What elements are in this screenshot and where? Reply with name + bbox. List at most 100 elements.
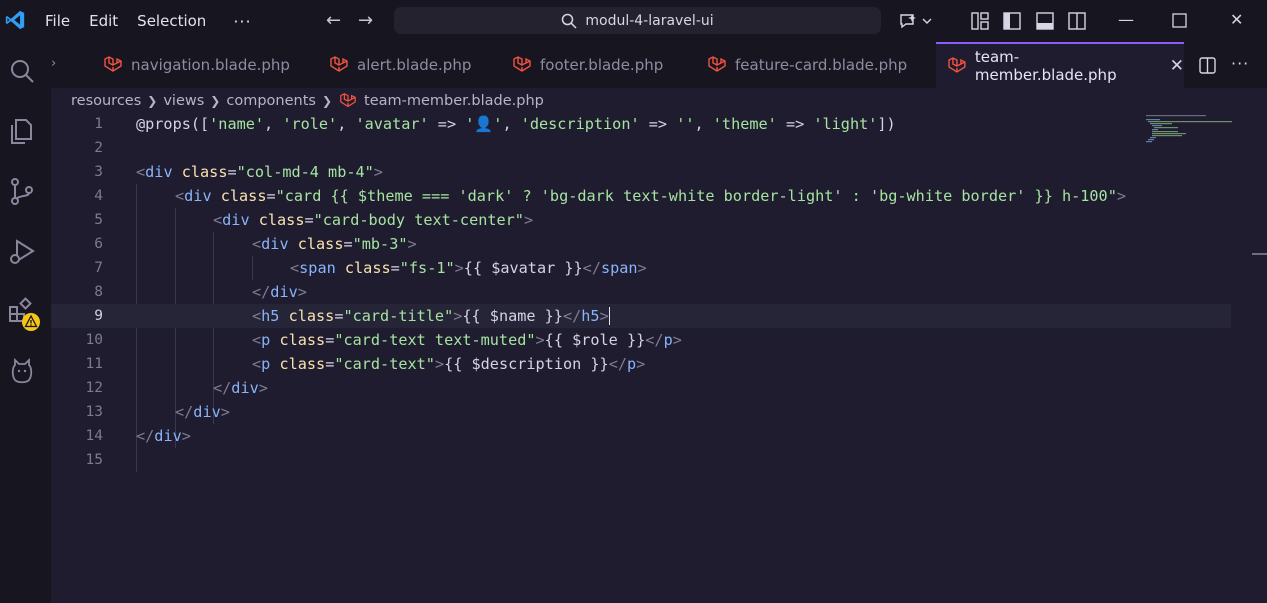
back-arrow-icon[interactable]: ←: [326, 10, 341, 31]
minimap[interactable]: [1144, 112, 1234, 152]
tab-label: footer.blade.php: [540, 56, 664, 74]
tab-navigation[interactable]: navigation.blade.php: [103, 42, 290, 88]
code-content: @props(['name', 'role', 'avatar' => '👤',…: [136, 115, 896, 133]
line-number: 2: [94, 140, 103, 156]
code-line[interactable]: 4 <div class="card {{ $theme === 'dark' …: [51, 184, 1231, 208]
search-icon[interactable]: [7, 56, 37, 86]
line-number: 14: [85, 428, 103, 444]
line-number: 5: [94, 212, 103, 228]
code-content: <p class="card-text">{{ $description }}<…: [252, 355, 646, 373]
more-actions-icon[interactable]: ···: [1231, 54, 1249, 73]
command-center-search[interactable]: modul-4-laravel-ui: [394, 7, 881, 34]
tab-alert[interactable]: alert.blade.php: [329, 42, 471, 88]
line-number: 4: [94, 188, 103, 204]
code-line[interactable]: 3 <div class="col-md-4 mb-4">: [51, 160, 1231, 184]
code-content: </div>: [175, 403, 230, 421]
line-number: 12: [85, 380, 103, 396]
toggle-primary-sidebar-icon[interactable]: [1003, 12, 1021, 30]
maximize-icon[interactable]: [1172, 13, 1187, 28]
line-number: 9: [94, 308, 103, 324]
line-number: 15: [85, 452, 103, 468]
code-line[interactable]: 15: [51, 448, 1231, 472]
code-line[interactable]: 1 @props(['name', 'role', 'avatar' => '👤…: [51, 112, 1231, 136]
code-line[interactable]: 7 <span class="fs-1">{{ $avatar }}</span…: [51, 256, 1231, 280]
tab-close-icon[interactable]: ✕: [1170, 56, 1184, 76]
menu-file[interactable]: File: [45, 12, 80, 30]
code-line[interactable]: 10 <p class="card-text text-muted">{{ $r…: [51, 328, 1231, 352]
code-content: </div>: [252, 283, 307, 301]
explorer-icon[interactable]: [7, 116, 37, 146]
toggle-secondary-sidebar-icon[interactable]: [1068, 12, 1086, 30]
code-line[interactable]: 5 <div class="card-body text-center">: [51, 208, 1231, 232]
laravel-icon: [708, 56, 726, 72]
cat-icon[interactable]: [7, 356, 37, 386]
activity-bar: [0, 42, 51, 603]
line-number: 6: [94, 236, 103, 252]
laravel-icon: [513, 56, 531, 72]
tab-label: navigation.blade.php: [131, 56, 290, 74]
vscode-logo-icon: [5, 10, 25, 30]
minimize-icon[interactable]: —: [1118, 10, 1134, 29]
laravel-icon: [948, 57, 966, 73]
menu-selection[interactable]: Selection: [137, 12, 216, 30]
tab-team-member[interactable]: team-member.blade.php ✕: [936, 42, 1184, 88]
search-icon: [562, 13, 577, 29]
line-number: 7: [94, 260, 103, 276]
tab-footer[interactable]: footer.blade.php: [512, 42, 663, 88]
code-line[interactable]: 14 </div>: [51, 424, 1231, 448]
breadcrumb-views[interactable]: views: [163, 93, 204, 109]
source-control-icon[interactable]: [7, 176, 37, 206]
customize-layout-icon[interactable]: [971, 12, 989, 30]
text-cursor: [608, 307, 611, 326]
forward-arrow-icon[interactable]: →: [358, 10, 373, 31]
tab-feature-card[interactable]: feature-card.blade.php: [707, 42, 907, 88]
title-bar: File Edit Selection ··· ← → modul-4-lara…: [0, 0, 1267, 42]
code-editor[interactable]: 1 @props(['name', 'role', 'avatar' => '👤…: [51, 112, 1267, 603]
code-content: <div class="card-body text-center">: [213, 211, 534, 229]
line-number: 8: [94, 284, 103, 300]
menu-more-icon[interactable]: ···: [233, 12, 251, 31]
menu-bar: File Edit Selection ···: [45, 0, 252, 42]
breadcrumb-components[interactable]: components: [226, 93, 316, 109]
line-number: 1: [94, 116, 103, 132]
code-line[interactable]: 2: [51, 136, 1231, 160]
close-window-icon[interactable]: ✕: [1230, 10, 1243, 29]
copilot-chat-icon[interactable]: [898, 12, 934, 30]
code-line[interactable]: 6 <div class="mb-3">: [51, 232, 1231, 256]
code-content: </div>: [136, 427, 191, 445]
laravel-icon: [104, 56, 122, 72]
code-content: </div>: [213, 379, 268, 397]
code-line[interactable]: 12 </div>: [51, 376, 1231, 400]
code-line[interactable]: 8 </div>: [51, 280, 1231, 304]
code-line[interactable]: 13 </div>: [51, 400, 1231, 424]
code-line[interactable]: 11 <p class="card-text">{{ $description …: [51, 352, 1231, 376]
breadcrumb-file[interactable]: team-member.blade.php: [364, 93, 544, 109]
warning-icon: [22, 313, 40, 331]
scrollbar-marker[interactable]: [1252, 253, 1267, 255]
chevron-right-icon: ❯: [147, 94, 158, 108]
code-content: <p class="card-text text-muted">{{ $role…: [252, 331, 682, 349]
laravel-icon: [340, 93, 356, 108]
toggle-panel-icon[interactable]: [1036, 12, 1054, 30]
split-editor-icon[interactable]: [1199, 57, 1216, 74]
chevron-right-icon: ❯: [210, 94, 221, 108]
chevron-right-icon: ❯: [321, 94, 333, 108]
code-content: <div class="card {{ $theme === 'dark' ? …: [175, 187, 1126, 205]
tab-label: team-member.blade.php: [974, 48, 1117, 84]
tab-label: alert.blade.php: [357, 56, 472, 74]
breadcrumb-resources[interactable]: resources: [71, 93, 141, 109]
search-text: modul-4-laravel-ui: [585, 12, 714, 29]
code-content: <div class="mb-3">: [252, 235, 417, 253]
line-number: 13: [85, 404, 103, 420]
line-number: 11: [85, 356, 103, 372]
code-content: <span class="fs-1">{{ $avatar }}</span>: [290, 259, 647, 277]
code-content: <h5 class="card-title">{{ $name }}</h5>: [252, 306, 611, 326]
run-debug-icon[interactable]: [7, 236, 37, 266]
code-line-current[interactable]: 9 <h5 class="card-title">{{ $name }}</h5…: [51, 304, 1231, 328]
menu-edit[interactable]: Edit: [89, 12, 128, 30]
line-number: 10: [85, 332, 103, 348]
tab-label: feature-card.blade.php: [735, 56, 908, 74]
editor-tabs: › navigation.blade.php alert.blade.php f…: [51, 42, 1267, 88]
breadcrumb: resources ❯ views ❯ components ❯ team-me…: [71, 90, 544, 112]
code-content: <div class="col-md-4 mb-4">: [136, 163, 383, 181]
